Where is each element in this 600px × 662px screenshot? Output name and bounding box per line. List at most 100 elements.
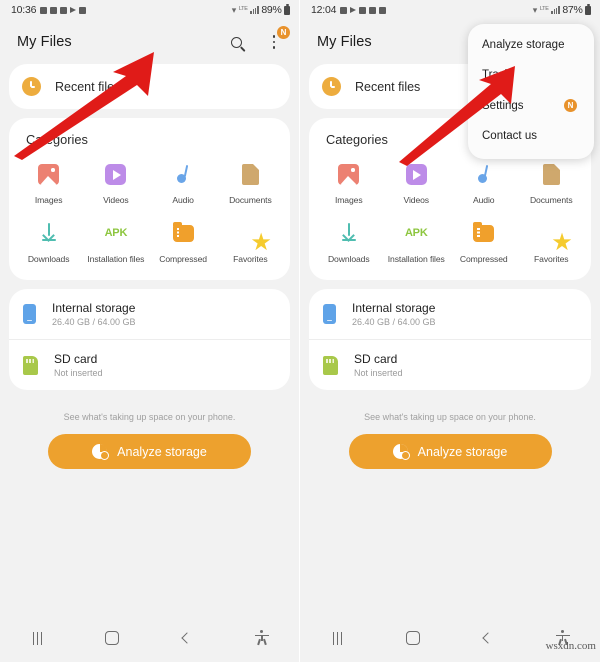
new-badge: N bbox=[277, 26, 290, 39]
category-downloads[interactable]: Downloads bbox=[315, 220, 383, 265]
analyze-hint: See what's taking up space on your phone… bbox=[63, 412, 236, 423]
storage-sd-card[interactable]: SD card Not inserted bbox=[9, 339, 290, 390]
apk-icon: APK bbox=[104, 227, 128, 240]
category-compressed[interactable]: Compressed bbox=[450, 220, 518, 265]
category-favorites[interactable]: ★ Favorites bbox=[217, 220, 284, 265]
category-label: Installation files bbox=[387, 253, 445, 264]
message-icon bbox=[340, 6, 348, 14]
back-icon bbox=[481, 632, 494, 644]
category-label: Compressed bbox=[459, 253, 508, 264]
category-favorites[interactable]: ★ Favorites bbox=[518, 220, 586, 265]
recents-icon bbox=[32, 631, 43, 645]
nav-recents-button[interactable] bbox=[0, 614, 75, 662]
category-label: Audio bbox=[473, 195, 495, 205]
nav-home-button[interactable] bbox=[375, 614, 450, 662]
navigation-bar bbox=[0, 614, 299, 662]
menu-item-label: Analyze storage bbox=[482, 39, 565, 51]
navigation-bar bbox=[300, 614, 600, 662]
nav-back-button[interactable] bbox=[150, 614, 225, 662]
videos-icon bbox=[405, 164, 427, 185]
category-label: Downloads bbox=[327, 253, 370, 264]
battery-icon bbox=[284, 4, 290, 15]
category-label: Images bbox=[334, 195, 363, 205]
apk-icon: APK bbox=[404, 227, 428, 240]
storage-subtitle: 26.40 GB / 64.00 GB bbox=[352, 317, 436, 328]
category-installation-files[interactable]: APK Installation files bbox=[383, 220, 451, 265]
dual-screenshot-comparison: 10:36 ▾ LTE 89% My Files N Recent files … bbox=[0, 0, 600, 662]
category-audio[interactable]: Audio bbox=[150, 161, 217, 206]
analyze-storage-button[interactable]: Analyze storage bbox=[348, 434, 552, 470]
lte-icon: LTE bbox=[238, 6, 248, 13]
category-installation-files[interactable]: APK Installation files bbox=[82, 220, 149, 265]
wifi-icon: ▾ bbox=[231, 4, 237, 15]
category-label: Audio bbox=[172, 195, 194, 205]
category-label: Videos bbox=[403, 195, 430, 205]
nav-accessibility-button[interactable] bbox=[525, 614, 600, 662]
status-bar: 10:36 ▾ LTE 89% bbox=[0, 0, 299, 20]
menu-item-settings[interactable]: Settings N bbox=[468, 90, 594, 121]
images-icon bbox=[38, 164, 60, 185]
category-videos[interactable]: Videos bbox=[383, 161, 451, 206]
compressed-icon bbox=[172, 221, 194, 242]
recent-files-card[interactable]: Recent files bbox=[9, 64, 290, 109]
category-documents[interactable]: Documents bbox=[217, 161, 284, 206]
nav-accessibility-button[interactable] bbox=[224, 614, 299, 662]
category-label: Downloads bbox=[27, 253, 70, 264]
nav-recents-button[interactable] bbox=[300, 614, 375, 662]
analyze-section: See what's taking up space on your phone… bbox=[309, 399, 591, 470]
phone-icon bbox=[23, 304, 36, 325]
nav-back-button[interactable] bbox=[450, 614, 525, 662]
recent-files-label: Recent files bbox=[355, 79, 421, 94]
category-label: Documents bbox=[529, 195, 573, 205]
status-time: 12:04 bbox=[311, 4, 337, 16]
category-label: Installation files bbox=[87, 253, 145, 264]
storage-title: SD card bbox=[354, 352, 398, 367]
back-icon bbox=[181, 632, 193, 644]
documents-icon bbox=[542, 164, 560, 185]
battery-icon bbox=[585, 4, 591, 15]
menu-item-contact-us[interactable]: Contact us bbox=[468, 121, 594, 151]
menu-item-trash[interactable]: Trash bbox=[468, 60, 594, 90]
wifi-icon: ▾ bbox=[532, 4, 538, 15]
phone-screen-left: 10:36 ▾ LTE 89% My Files N Recent files … bbox=[0, 0, 300, 662]
more-options-button[interactable]: N bbox=[263, 26, 290, 53]
download-icon bbox=[369, 6, 377, 14]
analyze-storage-label: Analyze storage bbox=[117, 444, 207, 459]
downloads-icon bbox=[338, 222, 360, 244]
category-audio[interactable]: Audio bbox=[450, 161, 518, 206]
category-compressed[interactable]: Compressed bbox=[150, 220, 217, 265]
pie-chart-search-icon bbox=[92, 444, 110, 461]
storage-subtitle: Not inserted bbox=[54, 368, 103, 379]
category-images[interactable]: Images bbox=[315, 161, 383, 206]
compressed-icon bbox=[473, 221, 495, 242]
analyze-section: See what's taking up space on your phone… bbox=[9, 399, 290, 470]
storage-card: Internal storage 26.40 GB / 64.00 GB SD … bbox=[9, 289, 290, 391]
home-icon bbox=[405, 631, 420, 645]
category-documents[interactable]: Documents bbox=[518, 161, 586, 206]
storage-internal[interactable]: Internal storage 26.40 GB / 64.00 GB bbox=[309, 289, 591, 339]
videos-icon bbox=[105, 164, 127, 185]
sd-card-icon bbox=[23, 355, 38, 375]
categories-title: Categories bbox=[26, 132, 88, 147]
status-time: 10:36 bbox=[11, 4, 37, 16]
search-button[interactable] bbox=[225, 31, 247, 53]
category-videos[interactable]: Videos bbox=[82, 161, 149, 206]
signal-icon bbox=[250, 6, 259, 14]
category-downloads[interactable]: Downloads bbox=[15, 220, 82, 265]
pie-chart-search-icon bbox=[392, 444, 410, 461]
storage-internal[interactable]: Internal storage 26.40 GB / 64.00 GB bbox=[9, 289, 290, 339]
nav-home-button[interactable] bbox=[75, 614, 150, 662]
storage-sd-card[interactable]: SD card Not inserted bbox=[309, 339, 591, 390]
accessibility-icon bbox=[254, 630, 269, 646]
search-icon bbox=[230, 36, 242, 48]
storage-title: Internal storage bbox=[52, 301, 136, 316]
category-label: Images bbox=[34, 195, 63, 205]
analyze-storage-button[interactable]: Analyze storage bbox=[48, 434, 251, 470]
menu-item-label: Settings bbox=[482, 99, 524, 112]
categories-card: Categories Images Videos Audio Documents… bbox=[9, 118, 290, 281]
phone-icon bbox=[323, 304, 336, 325]
app-header: My Files N bbox=[0, 20, 299, 64]
menu-item-analyze-storage[interactable]: Analyze storage bbox=[468, 30, 594, 60]
category-label: Videos bbox=[103, 195, 129, 205]
category-images[interactable]: Images bbox=[15, 161, 82, 206]
